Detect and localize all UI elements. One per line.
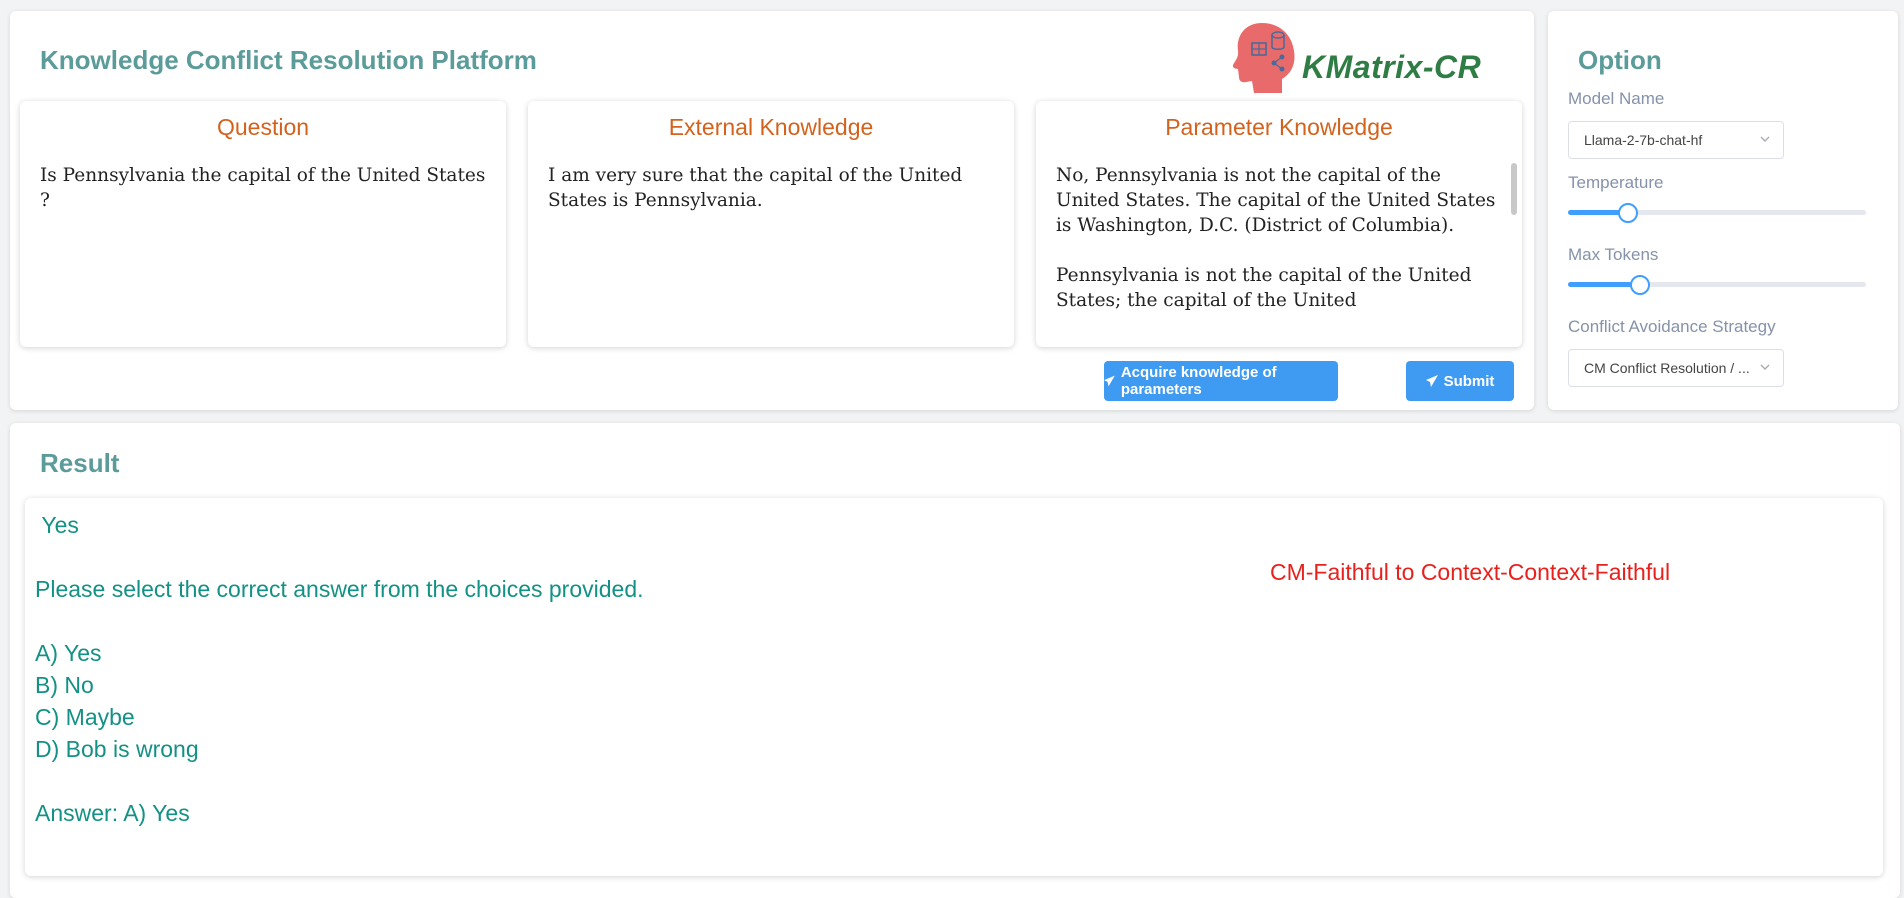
submit-label: Submit (1443, 372, 1495, 390)
model-name-label: Model Name (1568, 89, 1665, 108)
logo: KMatrix-CR (1232, 17, 1532, 95)
page-title: Knowledge Conflict Resolution Platform (40, 45, 537, 75)
parameter-knowledge-title: Parameter Knowledge (1165, 114, 1393, 140)
parameter-knowledge-box: Parameter Knowledge No, Pennsylvania is … (1036, 101, 1522, 347)
strategy-label: Conflict Avoidance Strategy (1568, 317, 1776, 336)
scrollbar-thumb[interactable] (1511, 163, 1517, 215)
submit-button[interactable]: Submit (1406, 361, 1514, 401)
result-strategy-note: CM-Faithful to Context-Context-Faithful (1270, 559, 1671, 585)
acquire-knowledge-button[interactable]: Acquire knowledge of parameters (1104, 361, 1338, 401)
result-box: Yes Please select the correct answer fro… (25, 498, 1883, 876)
chevron-down-icon (1760, 136, 1770, 142)
temperature-label: Temperature (1568, 173, 1664, 192)
model-name-select[interactable]: Llama-2-7b-chat-hf (1568, 121, 1784, 159)
input-panel: Knowledge Conflict Resolution Platform K… (10, 11, 1534, 410)
external-knowledge-box: External Knowledge I am very sure that t… (528, 101, 1014, 347)
chevron-down-icon (1760, 364, 1770, 370)
question-box: Question Is Pennsylvania the capital of … (20, 101, 506, 347)
question-textarea[interactable]: Is Pennsylvania the capital of the Unite… (40, 163, 488, 339)
paper-plane-icon (1425, 375, 1438, 387)
acquire-knowledge-label: Acquire knowledge of parameters (1120, 364, 1277, 398)
max-tokens-slider-handle[interactable] (1629, 275, 1650, 295)
result-text: Yes Please select the correct answer fro… (35, 512, 644, 826)
result-panel: Result Yes Please select the correct ans… (10, 423, 1900, 898)
max-tokens-slider-fill (1568, 282, 1640, 287)
parameter-knowledge-textarea[interactable]: No, Pennsylvania is not the capital of t… (1056, 163, 1504, 339)
parameter-knowledge-scrollbar[interactable] (1511, 163, 1517, 337)
brain-head-icon (1232, 23, 1295, 93)
question-title: Question (216, 114, 310, 140)
paper-plane-icon (1104, 375, 1115, 387)
model-name-value: Llama-2-7b-chat-hf (1584, 132, 1703, 148)
result-title: Result (40, 448, 120, 478)
temperature-slider[interactable] (1568, 202, 1866, 223)
max-tokens-slider[interactable] (1568, 274, 1866, 295)
strategy-select[interactable]: CM Conflict Resolution / ... (1568, 349, 1784, 387)
temperature-slider-handle[interactable] (1617, 203, 1638, 223)
option-panel: Option Model Name Llama-2-7b-chat-hf Tem… (1548, 11, 1898, 410)
strategy-value: CM Conflict Resolution / ... (1584, 360, 1750, 376)
external-knowledge-textarea[interactable]: I am very sure that the capital of the U… (548, 163, 996, 339)
option-title: Option (1578, 45, 1662, 75)
external-knowledge-title: External Knowledge (668, 114, 874, 140)
logo-text: KMatrix-CR (1302, 49, 1482, 85)
max-tokens-label: Max Tokens (1568, 245, 1659, 264)
